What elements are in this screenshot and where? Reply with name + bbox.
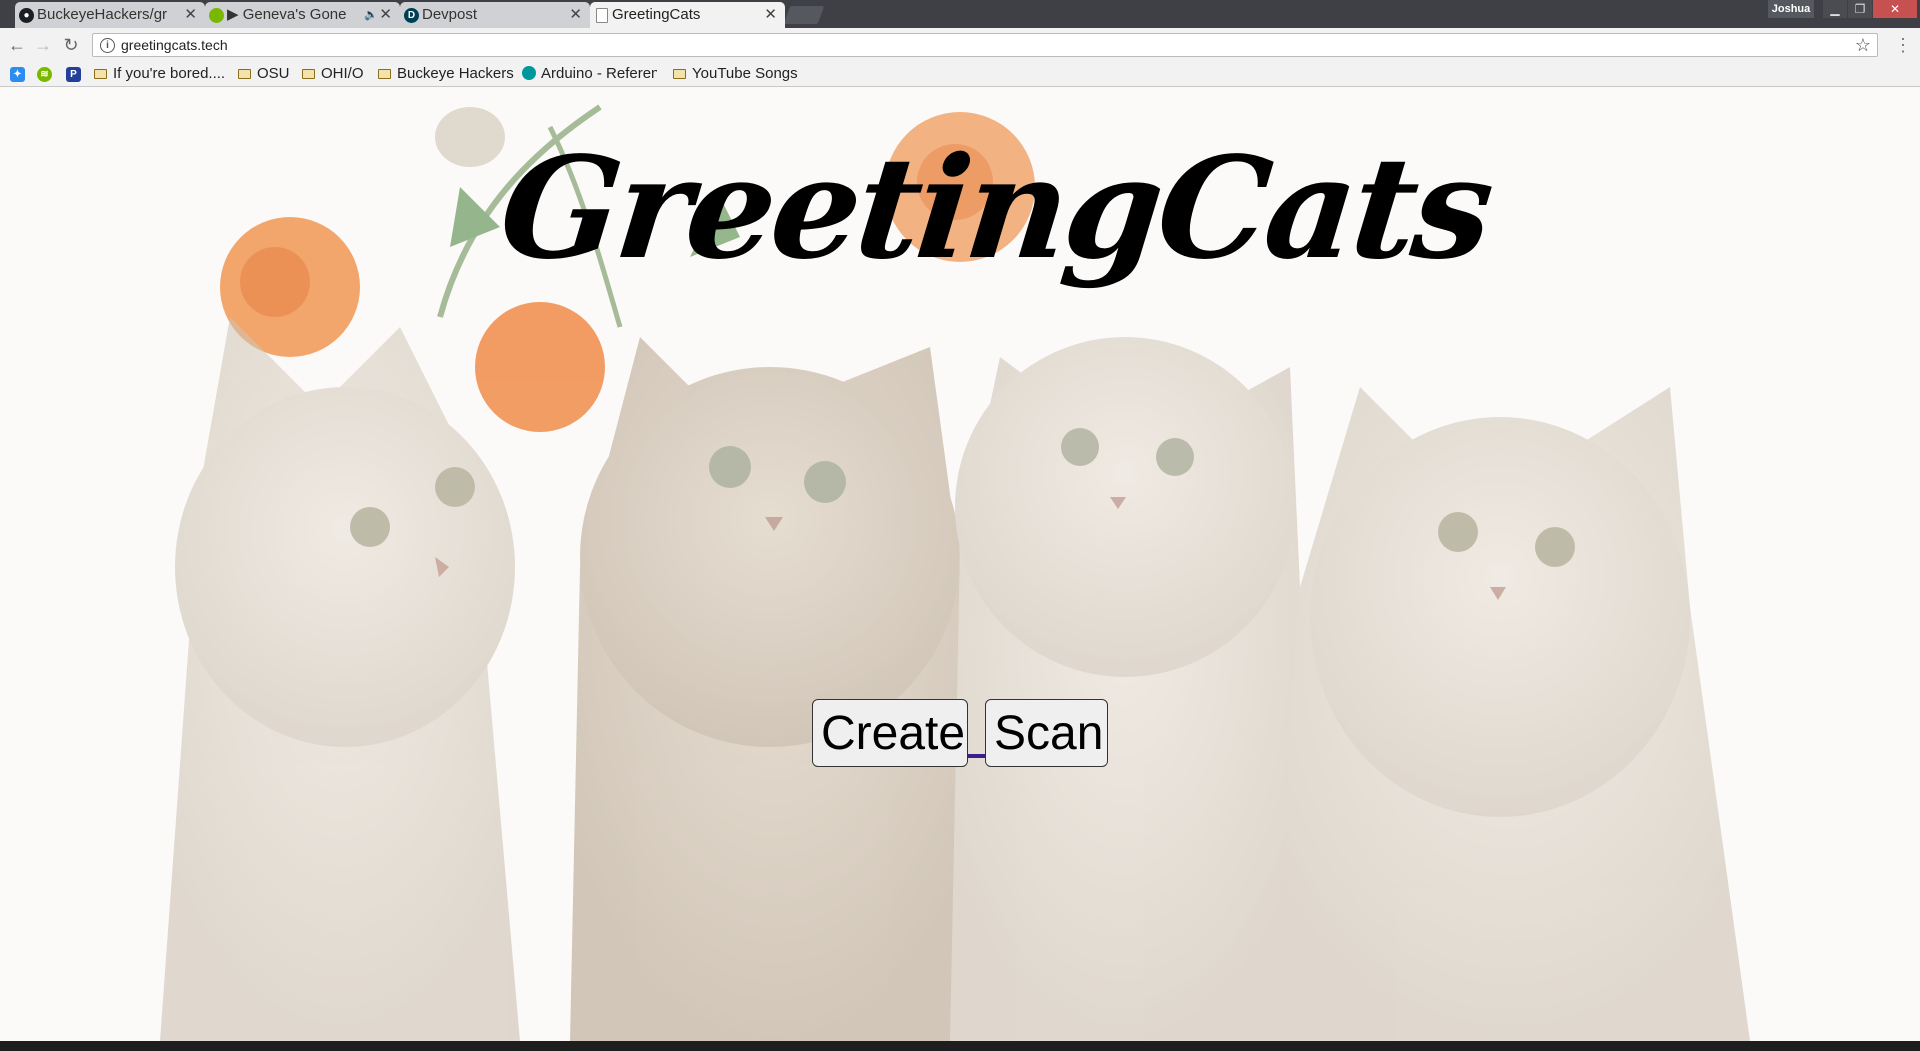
- dropbox-icon[interactable]: ✦: [10, 67, 25, 82]
- folder-icon: [94, 69, 107, 79]
- devpost-icon: D: [404, 8, 419, 23]
- close-icon[interactable]: ✕: [764, 2, 777, 28]
- create-button[interactable]: Create: [812, 699, 968, 767]
- tab-title: ▶ Geneva's Gone: [227, 6, 347, 23]
- close-icon[interactable]: ✕: [184, 2, 197, 28]
- close-icon[interactable]: ✕: [569, 2, 582, 28]
- tab-title: BuckeyeHackers/gr: [37, 6, 168, 23]
- github-icon: ●: [19, 8, 34, 23]
- tab-strip: ● BuckeyeHackers/gr ✕ ▶ Geneva's Gone 🔈 …: [0, 0, 1920, 28]
- bookmark-star-icon[interactable]: ☆: [1855, 34, 1871, 56]
- folder-icon: [238, 69, 251, 79]
- bookmark-youtube-songs[interactable]: YouTube Songs: [673, 62, 798, 86]
- bookmark-if-youre-bored[interactable]: If you're bored....: [94, 62, 229, 86]
- bookmark-label: Arduino - Referen: [541, 65, 657, 82]
- scan-button[interactable]: Scan: [985, 699, 1108, 767]
- audio-icon[interactable]: 🔈: [364, 2, 378, 28]
- menu-icon[interactable]: ⋮: [1894, 33, 1912, 57]
- folder-icon: [378, 69, 391, 79]
- profile-button[interactable]: Joshua: [1768, 0, 1814, 18]
- url-input[interactable]: [121, 34, 1721, 56]
- window-close-icon[interactable]: ✕: [1873, 0, 1917, 18]
- tab-spotify[interactable]: ▶ Geneva's Gone 🔈 ✕: [205, 2, 400, 28]
- folder-icon: [302, 69, 315, 79]
- close-icon[interactable]: ✕: [379, 2, 392, 28]
- back-icon[interactable]: ←: [6, 34, 28, 56]
- minimize-icon[interactable]: ▁: [1823, 0, 1847, 18]
- restore-icon[interactable]: ❐: [1848, 0, 1872, 18]
- page-content: GreetingCats Create Scan: [0, 87, 1920, 1041]
- new-tab-button[interactable]: [783, 6, 825, 24]
- tab-title: GreetingCats: [612, 6, 701, 23]
- bookmark-ohio[interactable]: OHI/O: [302, 62, 364, 86]
- tab-title: Devpost: [422, 6, 478, 23]
- spotify-icon[interactable]: ≋: [37, 67, 52, 82]
- tab-devpost[interactable]: D Devpost ✕: [400, 2, 590, 28]
- forward-icon[interactable]: →: [32, 34, 54, 56]
- spotify-icon: [209, 8, 224, 23]
- tab-buckeyehackers[interactable]: ● BuckeyeHackers/gr ✕: [15, 2, 205, 28]
- bookmark-label: YouTube Songs: [692, 65, 798, 82]
- bookmark-arduino[interactable]: Arduino - Referen: [522, 62, 657, 86]
- bookmark-label: OHI/O: [321, 65, 364, 82]
- button-connector: [968, 754, 985, 758]
- address-bar[interactable]: i ☆: [92, 33, 1878, 57]
- bookmark-label: If you're bored....: [113, 65, 226, 82]
- taskbar-strip: [0, 1041, 1920, 1051]
- bookmarks-bar: ✦ ≋ P If you're bored.... OSU OHI/O Buck…: [0, 62, 1920, 87]
- bookmark-label: OSU: [257, 65, 290, 82]
- pandora-icon[interactable]: P: [66, 67, 81, 82]
- arduino-icon: [522, 66, 536, 80]
- bookmark-osu[interactable]: OSU: [238, 62, 290, 86]
- page-icon: [596, 8, 608, 23]
- folder-icon: [673, 69, 686, 79]
- bookmark-buckeye-hackers[interactable]: Buckeye Hackers: [378, 62, 514, 86]
- browser-toolbar: ← → ↻ i ☆ ⋮: [0, 28, 1920, 62]
- tab-greetingcats[interactable]: GreetingCats ✕: [590, 2, 785, 28]
- page-title: GreetingCats: [493, 127, 1497, 291]
- bookmark-label: Buckeye Hackers: [397, 65, 514, 82]
- info-icon[interactable]: i: [100, 38, 115, 53]
- reload-icon[interactable]: ↻: [60, 34, 82, 56]
